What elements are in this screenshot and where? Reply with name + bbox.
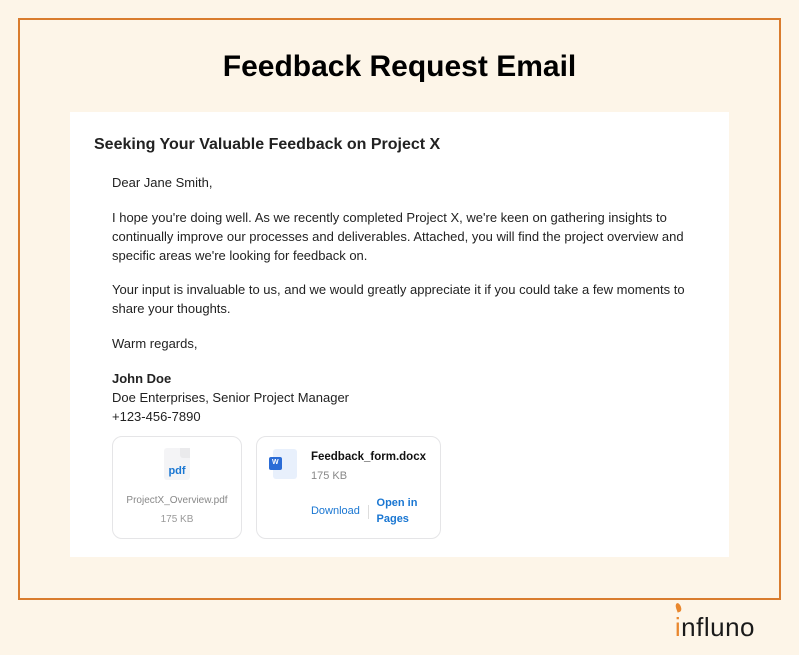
email-paragraph-2: Your input is invaluable to us, and we w… xyxy=(112,281,695,319)
signature-name: John Doe xyxy=(112,370,695,389)
document-frame: Feedback Request Email Seeking Your Valu… xyxy=(18,18,781,600)
signature-block: John Doe Doe Enterprises, Senior Project… xyxy=(112,370,695,427)
flame-icon: i xyxy=(675,612,681,643)
attachment-pdf[interactable]: pdf ProjectX_Overview.pdf 175 KB xyxy=(112,436,242,538)
email-closing: Warm regards, xyxy=(112,335,695,354)
docx-actions: Download Open in Pages xyxy=(311,496,426,528)
signature-phone: +123-456-7890 xyxy=(112,408,695,427)
docx-icon-wrap: W xyxy=(271,449,299,481)
page-title: Feedback Request Email xyxy=(70,50,729,84)
docx-meta: Feedback_form.docx 175 KB Download Open … xyxy=(311,449,426,527)
attachments-row: pdf ProjectX_Overview.pdf 175 KB W Feedb… xyxy=(112,436,695,538)
email-body: Dear Jane Smith, I hope you're doing wel… xyxy=(94,174,705,539)
docx-filesize: 175 KB xyxy=(311,469,426,485)
open-in-pages-link[interactable]: Open in Pages xyxy=(377,496,426,528)
docx-file-icon: W xyxy=(273,449,297,479)
attachment-docx[interactable]: W Feedback_form.docx 175 KB Download Ope… xyxy=(256,436,441,538)
email-card: Seeking Your Valuable Feedback on Projec… xyxy=(70,112,729,557)
download-link[interactable]: Download xyxy=(311,504,360,520)
action-divider xyxy=(368,505,369,519)
pdf-filesize: 175 KB xyxy=(161,513,194,528)
word-badge: W xyxy=(269,457,282,469)
pdf-badge: pdf xyxy=(168,464,185,480)
signature-company-role: Doe Enterprises, Senior Project Manager xyxy=(112,389,695,408)
email-subject: Seeking Your Valuable Feedback on Projec… xyxy=(94,136,705,154)
docx-filename: Feedback_form.docx xyxy=(311,449,426,466)
email-paragraph-1: I hope you're doing well. As we recently… xyxy=(112,209,695,266)
email-greeting: Dear Jane Smith, xyxy=(112,174,695,193)
pdf-filename: ProjectX_Overview.pdf xyxy=(126,494,227,509)
brand-logo: influno xyxy=(675,612,755,643)
